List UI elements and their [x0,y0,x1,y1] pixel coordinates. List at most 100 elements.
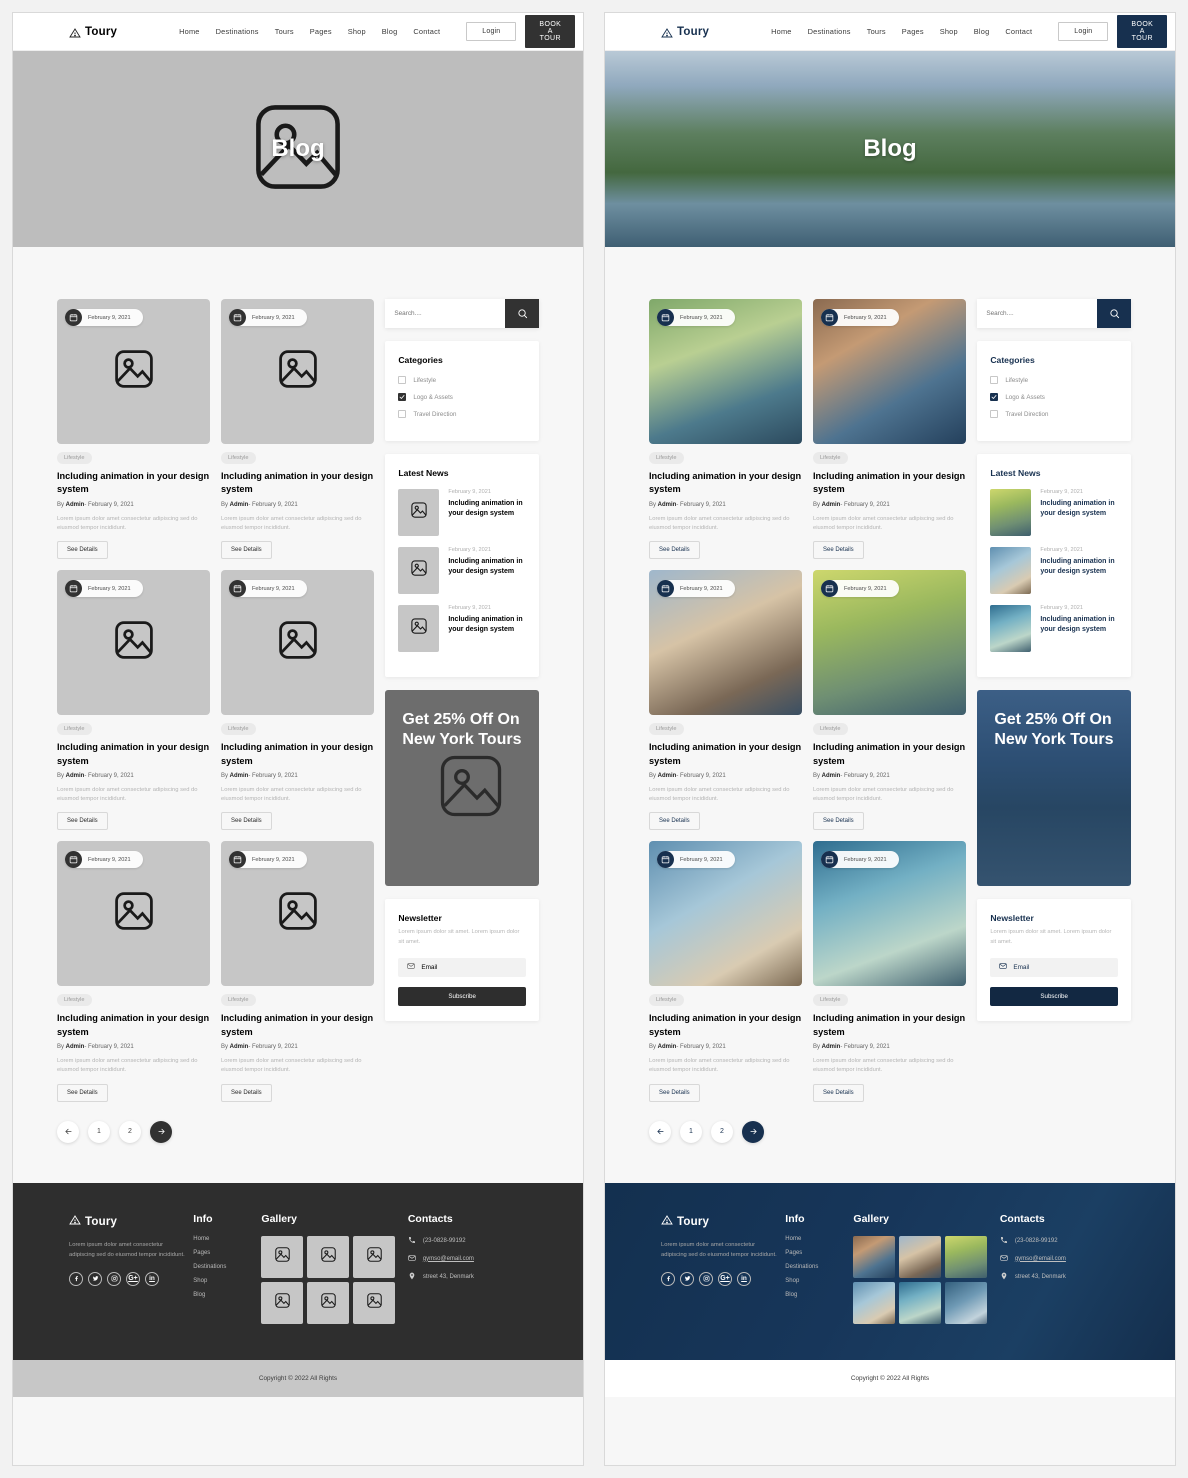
gallery-thumbnail[interactable] [945,1235,988,1278]
category-checkbox[interactable] [990,410,999,418]
see-details-button[interactable]: See Details [813,1083,864,1102]
gallery-thumbnail[interactable] [853,1235,896,1278]
post-title[interactable]: Including animation in your design syste… [813,1012,966,1039]
twitter-icon[interactable] [88,1271,102,1286]
blog-post-card[interactable]: February 9, 2021 Lifestyle Including anima… [649,299,802,560]
newsletter-email-field[interactable]: Email [990,957,1118,977]
category-checkbox[interactable] [398,376,407,384]
category-row[interactable]: Travel Direction [398,410,526,418]
footer-link-home[interactable]: Home [193,1236,261,1242]
blog-post-card[interactable]: February 9, 2021 Lifestyle Including anima… [813,299,966,560]
post-title[interactable]: Including animation in your design syste… [649,470,802,497]
gallery-thumbnail[interactable] [261,1281,304,1324]
nav-item-home[interactable]: Home [179,27,200,36]
category-row[interactable]: Lifestyle [398,376,526,384]
footer-link-destinations[interactable]: Destinations [785,1264,853,1270]
pagination-page-2[interactable]: 2 [119,1120,141,1143]
login-button[interactable]: Login [466,22,517,41]
subscribe-button[interactable]: Subscribe [990,986,1118,1006]
nav-item-home[interactable]: Home [771,27,792,36]
pagination-page-1[interactable]: 1 [680,1120,702,1143]
blog-post-card[interactable]: February 9, 2021 Lifestyle Including anima… [221,570,374,831]
footer-logo[interactable]: Toury [661,1213,785,1231]
nav-item-tours[interactable]: Tours [867,27,886,36]
nav-item-tours[interactable]: Tours [275,27,294,36]
pagination-next[interactable] [150,1120,172,1143]
blog-post-card[interactable]: February 9, 2021 Lifestyle Including anima… [221,841,374,1102]
category-row[interactable]: Logo & Assets [990,393,1118,401]
blog-post-card[interactable]: February 9, 2021 Lifestyle Including anima… [221,299,374,560]
footer-link-shop[interactable]: Shop [193,1278,261,1284]
see-details-button[interactable]: See Details [221,541,272,560]
footer-link-blog[interactable]: Blog [193,1292,261,1298]
gallery-thumbnail[interactable] [853,1281,896,1324]
instagram-icon[interactable] [107,1271,121,1286]
nav-item-pages[interactable]: Pages [902,27,924,36]
promo-banner[interactable]: Get 25% Off On New York Tours [977,690,1131,886]
nav-item-contact[interactable]: Contact [1005,27,1032,36]
post-title[interactable]: Including animation in your design syste… [649,1012,802,1039]
category-checkbox[interactable] [398,393,407,401]
nav-item-contact[interactable]: Contact [413,27,440,36]
instagram-icon[interactable] [699,1271,713,1286]
pagination-page-2[interactable]: 2 [711,1120,733,1143]
see-details-button[interactable]: See Details [649,541,700,560]
post-tag[interactable]: Lifestyle [813,452,848,464]
post-tag[interactable]: Lifestyle [57,723,92,736]
see-details-button[interactable]: See Details [221,812,272,831]
brand-logo[interactable]: Toury [69,26,117,38]
news-title[interactable]: Including animation in your design syste… [448,615,526,635]
latest-news-item[interactable]: February 9, 2021 Including animation in y… [398,547,526,594]
book-a-tour-button[interactable]: BOOK A TOUR [525,15,576,48]
blog-post-card[interactable]: February 9, 2021 Lifestyle Including anima… [649,841,802,1102]
linkedin-icon[interactable]: in [145,1271,159,1286]
pagination-prev[interactable] [57,1120,79,1143]
see-details-button[interactable]: See Details [57,541,108,560]
search-input[interactable] [385,299,505,328]
post-title[interactable]: Including animation in your design syste… [813,741,966,768]
latest-news-item[interactable]: February 9, 2021 Including animation in y… [990,547,1118,594]
footer-link-home[interactable]: Home [785,1236,853,1242]
footer-link-pages[interactable]: Pages [193,1250,261,1256]
footer-link-destinations[interactable]: Destinations [193,1264,261,1270]
post-tag[interactable]: Lifestyle [57,452,92,464]
post-tag[interactable]: Lifestyle [57,994,92,1007]
gallery-thumbnail[interactable] [899,1235,942,1278]
pagination-next[interactable] [742,1120,764,1143]
blog-post-card[interactable]: February 9, 2021 Lifestyle Including anima… [57,570,210,831]
post-title[interactable]: Including animation in your design syste… [221,741,374,768]
latest-news-item[interactable]: February 9, 2021 Including animation in y… [990,605,1118,652]
gallery-thumbnail[interactable] [945,1281,988,1324]
news-title[interactable]: Including animation in your design syste… [1040,557,1118,577]
contact-phone[interactable]: (23-0828-99192 [1000,1236,1119,1246]
post-tag[interactable]: Lifestyle [221,994,256,1007]
nav-item-destinations[interactable]: Destinations [808,27,851,36]
post-tag[interactable]: Lifestyle [221,723,256,736]
latest-news-item[interactable]: February 9, 2021 Including animation in y… [398,489,526,536]
category-checkbox[interactable] [990,393,999,401]
post-title[interactable]: Including animation in your design syste… [649,741,802,768]
post-tag[interactable]: Lifestyle [813,723,848,736]
post-title[interactable]: Including animation in your design syste… [57,1012,210,1039]
nav-item-blog[interactable]: Blog [382,27,398,36]
see-details-button[interactable]: See Details [57,1083,108,1102]
latest-news-item[interactable]: February 9, 2021 Including animation in y… [398,605,526,652]
facebook-icon[interactable] [661,1271,675,1286]
blog-post-card[interactable]: February 9, 2021 Lifestyle Including anima… [813,570,966,831]
google-plus-icon[interactable]: G+ [126,1271,140,1286]
pagination-page-1[interactable]: 1 [88,1120,110,1143]
book-a-tour-button[interactable]: BOOK A TOUR [1117,15,1168,48]
nav-item-shop[interactable]: Shop [940,27,958,36]
category-row[interactable]: Travel Direction [990,410,1118,418]
gallery-thumbnail[interactable] [307,1235,350,1278]
gallery-thumbnail[interactable] [899,1281,942,1324]
pagination-prev[interactable] [649,1120,671,1143]
google-plus-icon[interactable]: G+ [718,1271,732,1286]
newsletter-email-field[interactable]: Email [398,957,526,977]
see-details-button[interactable]: See Details [813,812,864,831]
blog-post-card[interactable]: February 9, 2021 Lifestyle Including anima… [649,570,802,831]
gallery-thumbnail[interactable] [307,1281,350,1324]
news-title[interactable]: Including animation in your design syste… [1040,615,1118,635]
see-details-button[interactable]: See Details [221,1083,272,1102]
post-title[interactable]: Including animation in your design syste… [221,1012,374,1039]
